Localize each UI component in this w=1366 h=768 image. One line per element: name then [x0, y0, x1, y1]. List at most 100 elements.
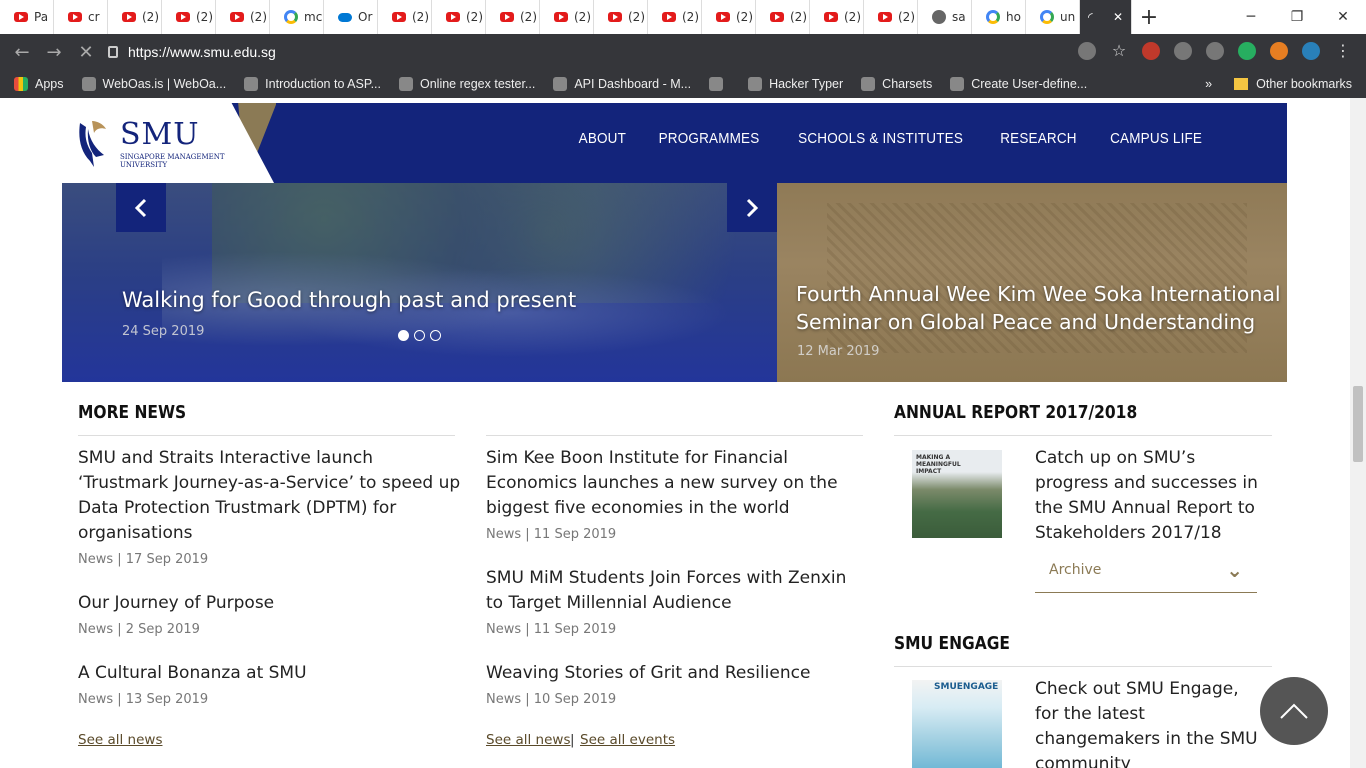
close-tab-icon[interactable]: ✕ — [1113, 10, 1123, 24]
smu-engage-cover[interactable]: SMUENGAGE — [912, 680, 1002, 768]
bookmark-item[interactable] — [709, 77, 730, 91]
text-line: progress and successes in — [1035, 473, 1258, 493]
see-all-news-link[interactable]: See all news — [78, 732, 162, 748]
bookmark-item[interactable]: API Dashboard - M... — [553, 77, 691, 91]
news-line: organisations — [78, 523, 193, 543]
carousel-dots — [398, 330, 441, 341]
see-all-events-link[interactable]: See all events — [580, 732, 675, 748]
browser-tab[interactable]: (2) — [810, 0, 864, 34]
news-item-title[interactable]: Our Journey of Purpose — [78, 591, 274, 616]
youtube-icon — [770, 12, 784, 22]
browser-tab[interactable]: (2) — [540, 0, 594, 34]
browser-tab[interactable]: (2) — [432, 0, 486, 34]
youtube-icon — [14, 12, 28, 22]
browser-tab[interactable]: (2) — [702, 0, 756, 34]
maximize-button[interactable]: ❐ — [1274, 0, 1320, 34]
nav-research[interactable]: RESEARCH — [1000, 130, 1076, 147]
browser-tab[interactable]: sa — [918, 0, 972, 34]
stop-loading-button[interactable]: ✕ — [70, 42, 102, 63]
extension-icon[interactable] — [1270, 42, 1288, 60]
carousel-dot[interactable] — [398, 330, 409, 341]
bookmark-item[interactable]: Introduction to ASP... — [244, 77, 381, 91]
browser-tab[interactable]: (2) — [594, 0, 648, 34]
browser-tab[interactable]: cr — [54, 0, 108, 34]
browser-tab[interactable]: (2) — [864, 0, 918, 34]
news-item-title[interactable]: Weaving Stories of Grit and Resilience — [486, 661, 810, 686]
page-scrollbar[interactable] — [1350, 98, 1366, 768]
browser-tab[interactable]: (2) — [378, 0, 432, 34]
bookmark-item[interactable]: Online regex tester... — [399, 77, 535, 91]
browser-tab[interactable]: (2) — [648, 0, 702, 34]
bookmark-item[interactable]: Apps — [14, 77, 64, 91]
slide-1-title[interactable]: Walking for Good through past and presen… — [122, 288, 576, 312]
annual-report-text[interactable]: Catch up on SMU’s progress and successes… — [1035, 446, 1258, 546]
news-line: Sim Kee Boon Institute for Financial — [486, 448, 788, 468]
archive-dropdown[interactable]: Archive ⌄ — [1035, 558, 1257, 593]
minimize-button[interactable]: ─ — [1228, 0, 1274, 34]
carousel-slide-1[interactable] — [62, 183, 777, 382]
slide-2-title[interactable]: Fourth Annual Wee Kim Wee Soka Internati… — [796, 280, 1281, 336]
bookmark-item[interactable]: Charsets — [861, 77, 932, 91]
browser-tab[interactable]: (2) — [216, 0, 270, 34]
tab-label: (2) — [466, 10, 483, 24]
web-page: ABOUT PROGRAMMES SCHOOLS & INSTITUTES RE… — [0, 98, 1366, 768]
bookmark-label: Charsets — [882, 77, 933, 91]
back-button[interactable]: ← — [6, 42, 38, 63]
bookmark-icon — [81, 77, 96, 91]
carousel-prev-button[interactable] — [116, 183, 166, 232]
carousel-dot[interactable] — [414, 330, 425, 341]
browser-tab[interactable]: ho — [972, 0, 1026, 34]
active-browser-tab[interactable]: ◜ ✕ — [1080, 0, 1132, 34]
text-line: Catch up on SMU’s — [1035, 448, 1196, 468]
bookmark-item[interactable]: WebOas.is | WebOa... — [81, 77, 226, 91]
bookmark-icon — [399, 77, 413, 91]
browser-tab[interactable]: (2) — [756, 0, 810, 34]
forward-button[interactable]: → — [38, 42, 70, 63]
other-bookmarks-label: Other bookmarks — [1256, 77, 1352, 91]
news-meta: News | 11 Sep 2019 — [486, 527, 617, 542]
browser-tab[interactable]: (2) — [108, 0, 162, 34]
close-window-button[interactable]: ✕ — [1320, 0, 1366, 34]
carousel-next-button[interactable] — [727, 183, 777, 232]
browser-tab[interactable]: un — [1026, 0, 1080, 34]
extension-icon[interactable] — [1142, 42, 1160, 60]
news-item-title[interactable]: Sim Kee Boon Institute for Financial Eco… — [486, 446, 838, 521]
address-bar[interactable]: https://www.smu.edu.sg — [108, 38, 1068, 66]
logo-subtitle: SINGAPORE MANAGEMENT UNIVERSITY — [120, 153, 225, 169]
news-item-title[interactable]: SMU and Straits Interactive launch ‘Trus… — [78, 446, 460, 546]
nav-programmes[interactable]: PROGRAMMES — [658, 130, 759, 147]
nav-about[interactable]: ABOUT — [579, 130, 626, 147]
news-meta: News | 10 Sep 2019 — [486, 692, 617, 707]
extension-icon[interactable] — [1174, 42, 1192, 60]
cookie-icon[interactable] — [1078, 42, 1096, 60]
browser-tab[interactable]: (2) — [162, 0, 216, 34]
nav-campus-life[interactable]: CAMPUS LIFE — [1110, 130, 1202, 147]
news-item-title[interactable]: SMU MiM Students Join Forces with Zenxin… — [486, 566, 846, 616]
other-bookmarks[interactable]: » Other bookmarks — [1205, 77, 1352, 91]
browser-tab[interactable]: mc — [270, 0, 324, 34]
bookmark-item[interactable]: Create User-define... — [950, 77, 1087, 91]
menu-icon[interactable]: ⋮ — [1334, 42, 1352, 60]
extension-icon[interactable] — [1302, 42, 1320, 60]
annual-report-cover[interactable]: MAKING A MEANINGFUL IMPACT — [912, 450, 1002, 538]
news-line: A Cultural Bonanza at SMU — [78, 663, 307, 683]
smu-engage-text[interactable]: Check out SMU Engage, for the latest cha… — [1035, 677, 1258, 768]
slide-1-date: 24 Sep 2019 — [122, 324, 205, 339]
bookmark-item[interactable]: Hacker Typer — [748, 77, 843, 91]
back-to-top-button[interactable] — [1260, 677, 1328, 745]
browser-tab[interactable]: (2) — [486, 0, 540, 34]
star-icon[interactable]: ☆ — [1110, 42, 1128, 60]
see-all-news-link[interactable]: See all news — [486, 732, 570, 748]
browser-tab[interactable]: Pa — [0, 0, 54, 34]
news-item-title[interactable]: A Cultural Bonanza at SMU — [78, 661, 307, 686]
new-tab-button[interactable]: + — [1132, 5, 1166, 30]
extension-icon[interactable] — [1206, 42, 1224, 60]
extension-icon[interactable] — [1238, 42, 1256, 60]
bookmarks-overflow-button[interactable]: » — [1205, 77, 1212, 91]
carousel-dot[interactable] — [430, 330, 441, 341]
scrollbar-thumb[interactable] — [1353, 386, 1363, 462]
window-controls: ─ ❐ ✕ — [1228, 0, 1366, 34]
nav-schools[interactable]: SCHOOLS & INSTITUTES — [798, 130, 963, 147]
browser-tab[interactable]: Or — [324, 0, 378, 34]
extensions-area: ☆ ⋮ — [1078, 42, 1352, 60]
